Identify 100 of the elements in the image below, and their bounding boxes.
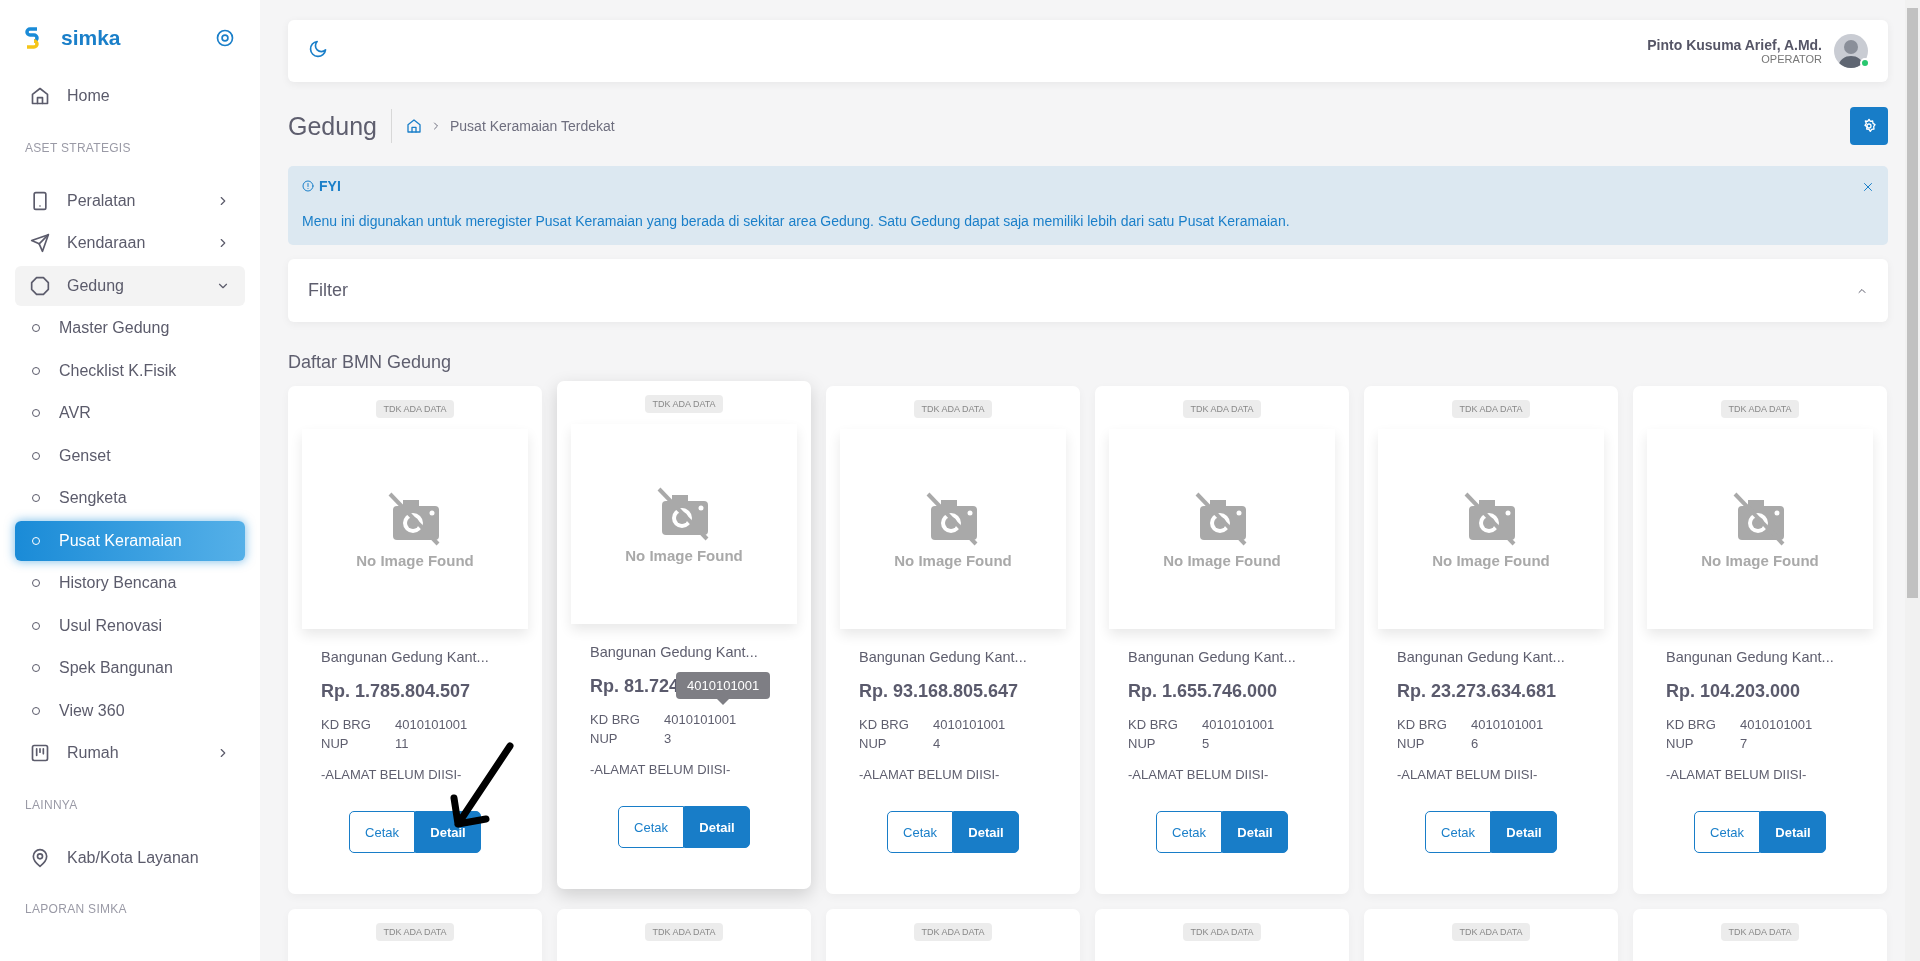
field-label: KD BRG	[1128, 715, 1202, 734]
sidebar-item[interactable]: Home	[15, 76, 245, 116]
placeholder-text: No Image Found	[356, 551, 474, 569]
address-text: -ALAMAT BELUM DIISI-	[590, 762, 732, 777]
sidebar-item[interactable]: Kab/Kota Layanan	[15, 837, 245, 878]
user-name: Pinto Kusuma Arief, A.Md.	[1647, 37, 1822, 53]
sidebar-subitem[interactable]: Master Gedung	[15, 308, 245, 348]
detail-button[interactable]: Detail	[684, 806, 750, 848]
board-icon	[30, 743, 50, 763]
section-label: LAPORAN SIMKA	[24, 901, 128, 918]
price: Rp. 93.168.805.647	[859, 681, 1019, 702]
info-icon	[302, 180, 314, 192]
building-name: Bangunan Gedung Kant...	[1666, 649, 1835, 665]
sidebar-subitem[interactable]: Genset	[15, 435, 245, 476]
sidebar-item[interactable]: Rumah	[15, 733, 245, 773]
address-text: -ALAMAT BELUM DIISI-	[859, 767, 1001, 782]
sidebar-subitem[interactable]: AVR	[15, 393, 245, 433]
price: Rp. 23.273.634.681	[1397, 681, 1557, 702]
avatar[interactable]	[1834, 34, 1868, 68]
sidebar-item[interactable]: Gedung	[15, 265, 245, 306]
status-tag: TDK ADA DATA	[1721, 400, 1799, 418]
settings-icon	[1861, 118, 1877, 134]
navigation-arrow-icon	[30, 233, 50, 253]
price: Rp. 104.203.000	[1666, 681, 1801, 702]
sidebar-subitem[interactable]: History Bencana	[15, 563, 245, 603]
field-label: NUP	[859, 734, 933, 753]
field-value: 3	[664, 730, 673, 748]
print-button[interactable]: Cetak	[618, 806, 684, 848]
scrollbar[interactable]	[1905, 0, 1920, 961]
settings-button[interactable]	[1850, 107, 1888, 145]
home-icon[interactable]	[405, 118, 422, 134]
sidebar-subitem[interactable]: Usul Renovasi	[15, 605, 245, 646]
close-icon[interactable]	[1862, 181, 1874, 193]
print-button[interactable]: Cetak	[887, 811, 953, 853]
alert-title: FYI	[319, 178, 341, 194]
field-label: NUP	[321, 735, 350, 753]
status-tag: TDK ADA DATA	[1183, 400, 1261, 418]
field-label: KD BRG	[859, 715, 933, 734]
address-text: -ALAMAT BELUM DIISI-	[321, 767, 463, 782]
placeholder-text: No Image Found	[894, 551, 1012, 569]
placeholder-text: No Image Found	[625, 546, 743, 564]
home-icon	[30, 86, 50, 106]
detail-button[interactable]: Detail	[1222, 811, 1288, 853]
moon-icon[interactable]	[308, 39, 328, 59]
sidebar-subitem[interactable]: View 360	[15, 690, 245, 731]
detail-button[interactable]: Detail	[1760, 811, 1826, 853]
print-button[interactable]: Cetak	[1694, 811, 1760, 853]
placeholder-text: No Image Found	[1163, 551, 1281, 569]
print-button[interactable]: Cetak	[349, 811, 415, 853]
field-value: 4010101001	[395, 716, 468, 734]
field-value: 4010101001	[1471, 716, 1544, 734]
field-value: 4010101001	[933, 716, 1006, 734]
alert-message: Menu ini digunakan untuk meregister Pusat Keramaian yang berada di sekitar area Gedung. Satu Gedung dapat saja memiliki lebih dari satu Pusat Keramaian.	[302, 213, 1291, 229]
status-tag: TDK ADA DATA	[914, 400, 992, 418]
filter-title: Filter	[308, 280, 348, 301]
field-label: NUP	[1666, 734, 1740, 753]
sidebar-subitem[interactable]: Spek Bangunan	[15, 648, 245, 688]
status-tag: TDK ADA DATA	[1452, 923, 1530, 941]
tooltip-pointer-icon	[717, 699, 730, 705]
logo-icon	[25, 27, 39, 49]
field-value: 4010101001	[664, 711, 737, 729]
field-value: 11	[395, 735, 410, 753]
status-tag: TDK ADA DATA	[914, 923, 992, 941]
status-tag: TDK ADA DATA	[376, 923, 454, 941]
status-tag: TDK ADA DATA	[1452, 400, 1530, 418]
building-name: Bangunan Gedung Kant...	[859, 649, 1028, 665]
placeholder-text: No Image Found	[1701, 551, 1819, 569]
field-label: KD BRG	[321, 715, 395, 734]
address-text: -ALAMAT BELUM DIISI-	[1397, 767, 1539, 782]
map-pin-icon	[30, 847, 50, 868]
sidebar-subitem[interactable]: Sengketa	[15, 478, 245, 518]
price: Rp. 1.785.804.507	[321, 681, 471, 702]
section-label: LAINNYA	[24, 796, 79, 814]
target-icon[interactable]	[215, 28, 235, 48]
sidebar-item[interactable]: Kendaraan	[15, 223, 245, 263]
sidebar-subitem[interactable]: Pusat Keramaian	[15, 520, 245, 561]
tooltip: 4010101001	[676, 672, 771, 705]
field-value: 4010101001	[1202, 716, 1275, 734]
tablet-icon	[30, 190, 50, 211]
brand-name: simka	[61, 26, 122, 50]
status-tag: TDK ADA DATA	[645, 923, 723, 941]
status-tag: TDK ADA DATA	[645, 395, 723, 413]
detail-button[interactable]: Detail	[953, 811, 1019, 853]
breadcrumb-item[interactable]: Pusat Keramaian Terdekat	[449, 118, 615, 134]
field-value: 4010101001	[1740, 716, 1813, 734]
address-text: -ALAMAT BELUM DIISI-	[1666, 767, 1808, 782]
sidebar-item[interactable]: Peralatan	[15, 180, 245, 221]
detail-button[interactable]: Detail	[1491, 811, 1557, 853]
octagon-icon	[30, 275, 50, 296]
print-button[interactable]: Cetak	[1156, 811, 1222, 853]
field-label: NUP	[1397, 734, 1471, 753]
address-text: -ALAMAT BELUM DIISI-	[1128, 767, 1270, 782]
status-tag: TDK ADA DATA	[1721, 923, 1799, 941]
field-value: 7	[1740, 735, 1749, 753]
section-title: Daftar BMN Gedung	[288, 352, 453, 373]
building-name: Bangunan Gedung Kant...	[321, 649, 490, 665]
field-value: 6	[1471, 735, 1480, 753]
page-title: Gedung	[288, 109, 392, 143]
sidebar-subitem[interactable]: Checklist K.Fisik	[15, 350, 245, 391]
print-button[interactable]: Cetak	[1425, 811, 1491, 853]
